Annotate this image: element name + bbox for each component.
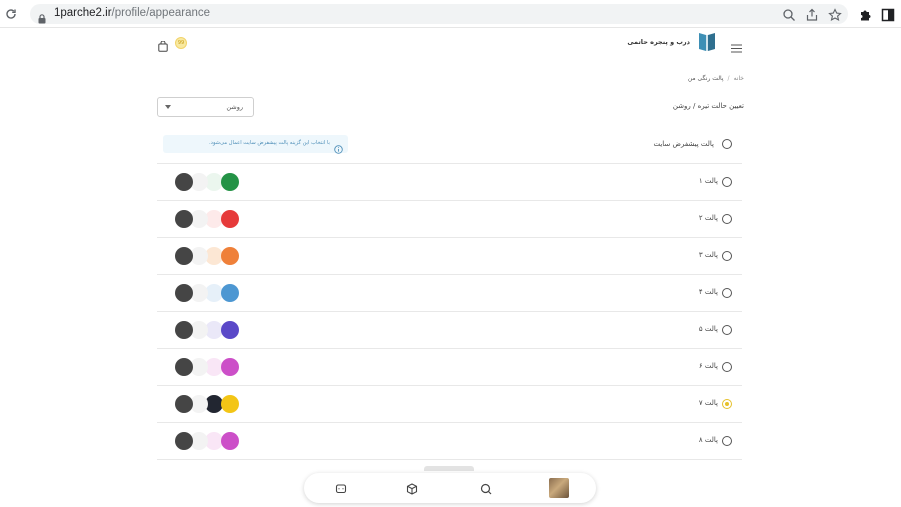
palette-label: پالت ۶ [698, 362, 718, 370]
reload-icon[interactable] [4, 7, 18, 21]
coin-icon[interactable]: 99 [175, 37, 187, 49]
palette-label: پالت ۵ [698, 325, 718, 333]
search-icon[interactable] [479, 481, 493, 495]
palette-label: پالت ۱ [698, 177, 718, 185]
palette-swatches [175, 210, 245, 228]
palette-label: پالت ۷ [698, 399, 718, 407]
default-palette-radio[interactable] [722, 139, 732, 149]
palette-row[interactable]: پالت ۵ [157, 312, 742, 349]
palette-row[interactable]: پالت ۴ [157, 275, 742, 312]
palette-swatches [175, 284, 245, 302]
mode-label: تعیین حالت تیره / روشن [672, 102, 744, 110]
color-swatch [221, 284, 239, 302]
color-swatch [221, 358, 239, 376]
palette-swatches [175, 321, 245, 339]
palette-radio[interactable] [722, 288, 732, 298]
palette-radio[interactable] [722, 362, 732, 372]
default-palette-row[interactable]: پالت پیشفرض سایت با انتخاب این گزینه پال… [157, 128, 742, 164]
palette-row[interactable]: پالت ۷ [157, 386, 742, 423]
color-swatch [221, 247, 239, 265]
breadcrumb-separator: / [727, 75, 730, 82]
breadcrumb-home[interactable]: خانه [734, 75, 744, 82]
color-swatch [175, 173, 193, 191]
default-palette-label: پالت پیشفرض سایت [653, 140, 714, 148]
logo[interactable] [698, 31, 716, 53]
lock-icon [38, 9, 46, 24]
color-swatch [175, 395, 193, 413]
support-icon[interactable] [334, 481, 348, 495]
color-swatch [175, 358, 193, 376]
page: 99 درب و پنجره حاتمی خانه /پالت رنگی من ت… [0, 28, 901, 507]
scroll-handle[interactable] [424, 466, 474, 471]
sidepanel-icon[interactable] [881, 7, 895, 22]
color-swatch [175, 247, 193, 265]
shopping-bag-icon[interactable] [158, 37, 168, 52]
mode-select[interactable]: روشن [157, 97, 254, 117]
color-swatch [221, 210, 239, 228]
breadcrumb: خانه /پالت رنگی من [688, 75, 744, 82]
color-swatch [221, 321, 239, 339]
site-header: 99 درب و پنجره حاتمی [156, 28, 746, 58]
brand-name[interactable]: درب و پنجره حاتمی [627, 38, 690, 46]
palette-row[interactable]: پالت ۱ [157, 164, 742, 201]
palette-swatches [175, 395, 245, 413]
palette-radio[interactable] [722, 251, 732, 261]
palette-label: پالت ۸ [698, 436, 718, 444]
color-swatch [221, 173, 239, 191]
bookmark-star-icon[interactable] [828, 7, 842, 21]
extensions-icon[interactable] [858, 7, 872, 21]
palette-swatches [175, 358, 245, 376]
palette-row[interactable]: پالت ۸ [157, 423, 742, 460]
color-swatch [175, 210, 193, 228]
palette-radio[interactable] [722, 325, 732, 335]
browser-toolbar: 1parche2.ir/profile/appearance [0, 0, 901, 28]
info-notice: با انتخاب این گزینه پالت پیشفرض سایت اعم… [163, 135, 348, 154]
zoom-icon[interactable] [782, 7, 796, 21]
color-swatch [221, 395, 239, 413]
info-icon [334, 139, 343, 154]
palette-label: پالت ۴ [698, 288, 718, 296]
palette-row[interactable]: پالت ۲ [157, 201, 742, 238]
palette-radio[interactable] [722, 214, 732, 224]
avatar[interactable] [549, 478, 569, 498]
palette-label: پالت ۳ [698, 251, 718, 259]
palette-radio[interactable] [722, 177, 732, 187]
box-icon[interactable] [405, 481, 419, 495]
mode-select-value: روشن [226, 103, 243, 111]
color-swatch [175, 321, 193, 339]
bottom-nav [304, 473, 596, 503]
breadcrumb-current: پالت رنگی من [687, 75, 724, 82]
palette-row[interactable]: پالت ۳ [157, 238, 742, 275]
color-swatch [221, 432, 239, 450]
palette-swatches [175, 432, 245, 450]
palette-row[interactable]: پالت ۶ [157, 349, 742, 386]
color-swatch [175, 432, 193, 450]
address-bar[interactable]: 1parche2.ir/profile/appearance [30, 4, 848, 24]
palette-label: پالت ۲ [698, 214, 718, 222]
palette-swatches [175, 173, 245, 191]
color-swatch [175, 284, 193, 302]
palette-radio[interactable] [722, 399, 732, 409]
palette-radio[interactable] [722, 436, 732, 446]
share-icon[interactable] [805, 7, 819, 21]
url-text: 1parche2.ir/profile/appearance [54, 7, 211, 19]
chevron-down-icon [165, 105, 171, 109]
info-text: با انتخاب این گزینه پالت پیشفرض سایت اعم… [209, 140, 330, 146]
palette-swatches [175, 247, 245, 265]
menu-icon[interactable] [731, 38, 742, 53]
